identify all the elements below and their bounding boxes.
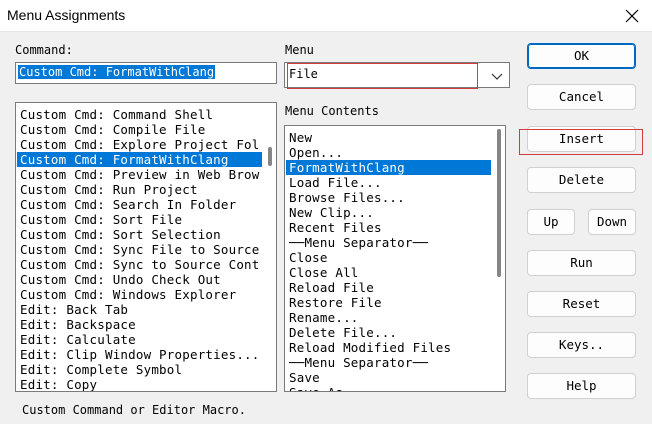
command-list-item[interactable]: Custom Cmd: Undo Check Out xyxy=(17,272,262,287)
menu-contents-item[interactable]: New xyxy=(286,130,491,145)
menu-contents-item[interactable]: Close All xyxy=(286,265,491,280)
menu-contents-item[interactable]: Browse Files... xyxy=(286,190,491,205)
command-list-item[interactable]: Custom Cmd: Sort Selection xyxy=(17,227,262,242)
menu-select[interactable]: File xyxy=(284,62,510,89)
command-input-value: Custom Cmd: FormatWithClang xyxy=(18,65,216,79)
menu-contents-item[interactable]: ──Menu Separator── xyxy=(286,235,491,250)
command-list-item[interactable]: Edit: Calculate xyxy=(17,332,262,347)
command-list-item[interactable]: Custom Cmd: FormatWithClang xyxy=(17,152,262,167)
menu-contents-item[interactable]: Recent Files xyxy=(286,220,491,235)
command-list-item[interactable]: Custom Cmd: Command Shell xyxy=(17,107,262,122)
command-list-item[interactable]: Custom Cmd: Windows Explorer xyxy=(17,287,262,302)
menu-contents-item[interactable]: Open... xyxy=(286,145,491,160)
up-button[interactable]: Up xyxy=(527,209,575,235)
menu-contents-list[interactable]: New Open... FormatWithClang Load File... Bro… xyxy=(284,125,506,392)
menu-contents-item[interactable]: Reload Modified Files xyxy=(286,340,491,355)
menu-contents-item[interactable]: Reload File xyxy=(286,280,491,295)
command-list-item[interactable]: Edit: Complete Symbol xyxy=(17,362,262,377)
keys-button[interactable]: Keys.. xyxy=(527,332,636,358)
menu-contents-scroll-thumb[interactable] xyxy=(497,129,501,277)
command-list-item[interactable]: Custom Cmd: Explore Project Fol xyxy=(17,137,262,152)
insert-button-highlight xyxy=(519,129,643,155)
command-list-scroll-thumb[interactable] xyxy=(268,147,272,166)
delete-button[interactable]: Delete xyxy=(527,167,636,193)
command-list-item[interactable]: Custom Cmd: Sync File to Source xyxy=(17,242,262,257)
ok-button[interactable]: OK xyxy=(527,43,636,69)
down-button[interactable]: Down xyxy=(588,209,636,235)
menu-contents-item[interactable]: Restore File xyxy=(286,295,491,310)
cancel-button[interactable]: Cancel xyxy=(527,84,636,110)
command-list-item[interactable]: Custom Cmd: Search In Folder xyxy=(17,197,262,212)
menu-contents-item[interactable]: Save xyxy=(286,370,491,385)
command-input[interactable]: Custom Cmd: FormatWithClang xyxy=(15,62,277,84)
chevron-down-icon[interactable] xyxy=(491,71,503,81)
command-list-scrollbar[interactable] xyxy=(265,104,275,390)
status-text: Custom Command or Editor Macro. xyxy=(22,403,246,417)
command-list-items: Custom Cmd: Command Shell Custom Cmd: Com… xyxy=(17,107,262,391)
run-button[interactable]: Run xyxy=(527,250,636,276)
menu-contents-item[interactable]: Delete File... xyxy=(286,325,491,340)
menu-contents-item[interactable]: Save As... xyxy=(286,385,491,391)
menu-contents-item[interactable]: FormatWithClang xyxy=(286,160,491,175)
command-list[interactable]: Custom Cmd: Command Shell Custom Cmd: Com… xyxy=(15,102,277,392)
command-list-item[interactable]: Edit: Copy xyxy=(17,377,262,391)
command-list-item[interactable]: Custom Cmd: Preview in Web Brow xyxy=(17,167,262,182)
command-list-item[interactable]: Custom Cmd: Compile File xyxy=(17,122,262,137)
menu-contents-scrollbar[interactable] xyxy=(494,127,504,390)
menu-contents-items: New Open... FormatWithClang Load File... Bro… xyxy=(286,130,491,391)
menu-contents-item[interactable]: Load File... xyxy=(286,175,491,190)
window-title: Menu Assignments xyxy=(7,7,126,23)
command-list-item[interactable]: Edit: Back Tab xyxy=(17,302,262,317)
menu-contents-item[interactable]: Rename... xyxy=(286,310,491,325)
command-list-item[interactable]: Edit: Clip Window Properties... xyxy=(17,347,262,362)
menu-contents-label: Menu Contents xyxy=(285,104,379,118)
title-bar: Menu Assignments xyxy=(0,0,652,32)
command-list-item[interactable]: Custom Cmd: Run Project xyxy=(17,182,262,197)
command-list-item[interactable]: Custom Cmd: Sync to Source Cont xyxy=(17,257,262,272)
command-list-item[interactable]: Custom Cmd: Sort File xyxy=(17,212,262,227)
menu-contents-item[interactable]: Close xyxy=(286,250,491,265)
menu-select-highlight xyxy=(287,63,478,89)
reset-button[interactable]: Reset xyxy=(527,291,636,317)
command-label: Command: xyxy=(15,43,73,57)
command-list-item[interactable]: Edit: Backspace xyxy=(17,317,262,332)
menu-label: Menu xyxy=(285,43,314,57)
menu-contents-item[interactable]: New Clip... xyxy=(286,205,491,220)
help-button[interactable]: Help xyxy=(527,373,636,399)
close-icon[interactable] xyxy=(622,6,642,26)
menu-contents-item[interactable]: ──Menu Separator── xyxy=(286,355,491,370)
